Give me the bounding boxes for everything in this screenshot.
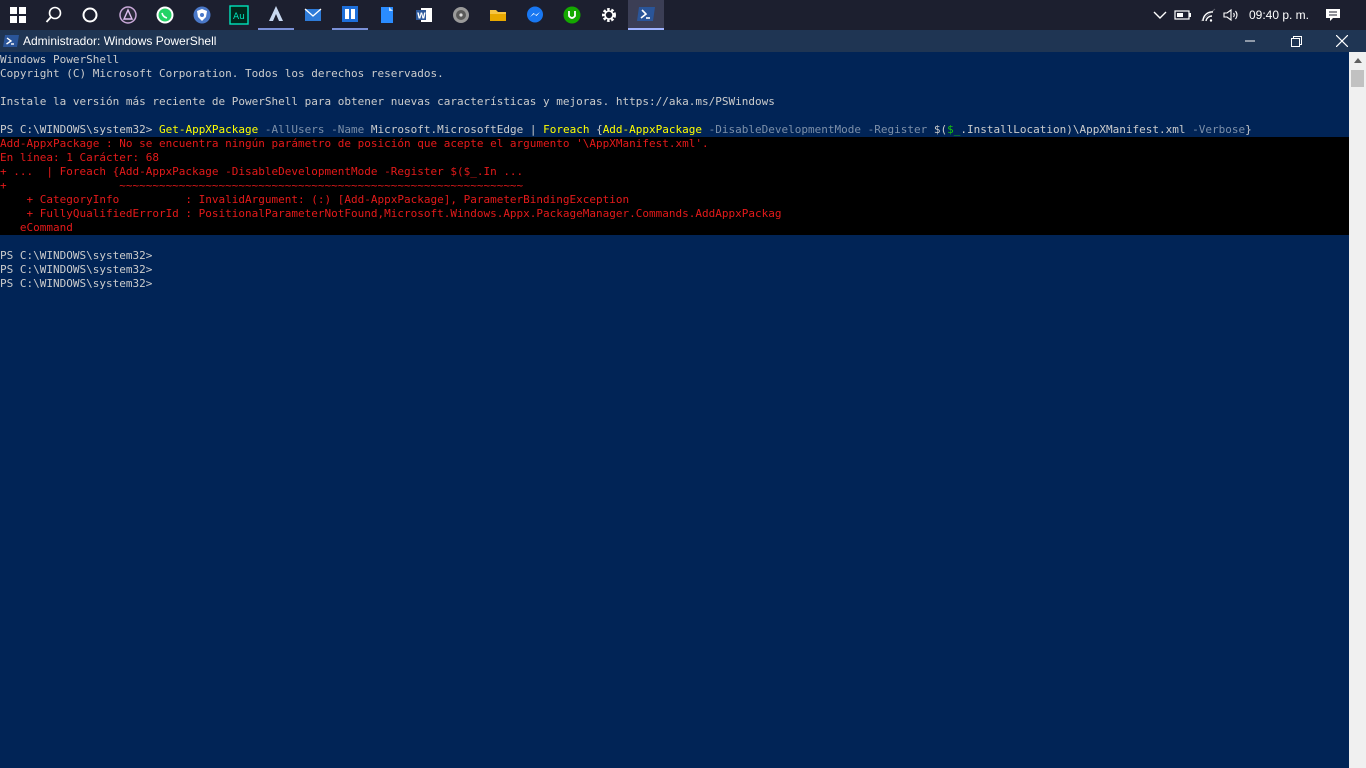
error-line: + ... | Foreach {Add-AppxPackage -Disabl…: [0, 165, 524, 178]
powershell-taskbar-icon[interactable]: [628, 0, 664, 30]
windows-start-icon[interactable]: [0, 0, 36, 30]
minimize-button[interactable]: [1227, 30, 1273, 52]
affinity-app-icon[interactable]: [110, 0, 146, 30]
powershell-icon: [3, 33, 19, 53]
error-line: eCommand: [0, 221, 73, 234]
error-line: Add-AppxPackage : No se encuentra ningún…: [0, 137, 709, 150]
variable-token: $_: [947, 123, 961, 136]
console-update-line: Instale la versión más reciente de Power…: [0, 95, 775, 108]
vpn-shield-icon[interactable]: [184, 0, 220, 30]
scroll-up-arrow-icon[interactable]: [1349, 52, 1366, 69]
whatsapp-icon[interactable]: [147, 0, 183, 30]
cortana-icon[interactable]: [72, 0, 108, 30]
mail-icon[interactable]: [295, 0, 331, 30]
word-icon[interactable]: W: [406, 0, 442, 30]
vertical-scrollbar[interactable]: [1349, 52, 1366, 768]
chevron-up-icon[interactable]: [1150, 0, 1170, 30]
prompt-text: PS C:\WINDOWS\system32>: [0, 123, 159, 136]
notification-center-icon[interactable]: [1320, 0, 1346, 30]
console-header-line: Windows PowerShell: [0, 53, 120, 66]
cmdlet-token: Add-AppxPackage: [602, 123, 703, 136]
console-output[interactable]: Windows PowerShell Copyright (C) Microso…: [0, 52, 1349, 768]
scrollbar-thumb[interactable]: [1351, 70, 1364, 87]
brace-token: {: [596, 123, 603, 136]
error-line: En línea: 1 Carácter: 68: [0, 151, 159, 164]
audition-icon[interactable]: Au: [221, 0, 257, 30]
disk-app-icon[interactable]: [443, 0, 479, 30]
error-line: + ~~~~~~~~~~~~~~~~~~~~~~~~~~~~~~~~~~~~~~…: [0, 179, 524, 192]
subexpression-token: $(: [933, 123, 948, 136]
window-title: Administrador: Windows PowerShell: [23, 34, 217, 48]
parameter-token: -Verbose: [1185, 123, 1246, 136]
console-copyright-line: Copyright (C) Microsoft Corporation. Tod…: [0, 67, 444, 80]
upwork-icon[interactable]: [554, 0, 590, 30]
dolby-app-icon[interactable]: [332, 0, 368, 30]
svg-text:W: W: [417, 12, 426, 21]
argument-token: .InstallLocation)\AppXManifest.xml: [960, 123, 1186, 136]
cmdlet-token: Get-AppXPackage: [158, 123, 259, 136]
argument-token: Microsoft.MicrosoftEdge |: [370, 123, 544, 136]
clock[interactable]: 09:40 p. m.: [1246, 0, 1312, 30]
close-button[interactable]: [1319, 30, 1365, 52]
search-icon[interactable]: [36, 0, 72, 30]
parameter-token: -DisableDevelopmentMode -Register: [702, 123, 934, 136]
error-line: + CategoryInfo : InvalidArgument: (:) [A…: [0, 193, 630, 206]
prompt-line: PS C:\WINDOWS\system32>: [0, 249, 153, 262]
assassins-creed-icon[interactable]: [258, 0, 294, 30]
taskbar: Au W 09:40 p. m.: [0, 0, 1366, 30]
battery-icon[interactable]: [1172, 0, 1194, 30]
brace-token: }: [1245, 123, 1252, 136]
parameter-token: -AllUsers -Name: [258, 123, 371, 136]
error-line: + FullyQualifiedErrorId : PositionalPara…: [0, 207, 782, 220]
note-app-icon[interactable]: [369, 0, 405, 30]
file-explorer-icon[interactable]: [480, 0, 516, 30]
window-title-bar[interactable]: Administrador: Windows PowerShell: [0, 30, 1366, 52]
cmdlet-token: Foreach: [543, 123, 597, 136]
settings-gear-icon[interactable]: [591, 0, 627, 30]
volume-icon[interactable]: [1221, 0, 1243, 30]
prompt-line: PS C:\WINDOWS\system32>: [0, 263, 153, 276]
prompt-line: PS C:\WINDOWS\system32>: [0, 277, 153, 290]
wifi-icon[interactable]: [1197, 0, 1219, 30]
messenger-icon[interactable]: [517, 0, 553, 30]
svg-text:Au: Au: [233, 12, 245, 22]
command-line: PS C:\WINDOWS\system32> Get-AppXPackage …: [0, 123, 1252, 137]
restore-button[interactable]: [1273, 30, 1319, 52]
